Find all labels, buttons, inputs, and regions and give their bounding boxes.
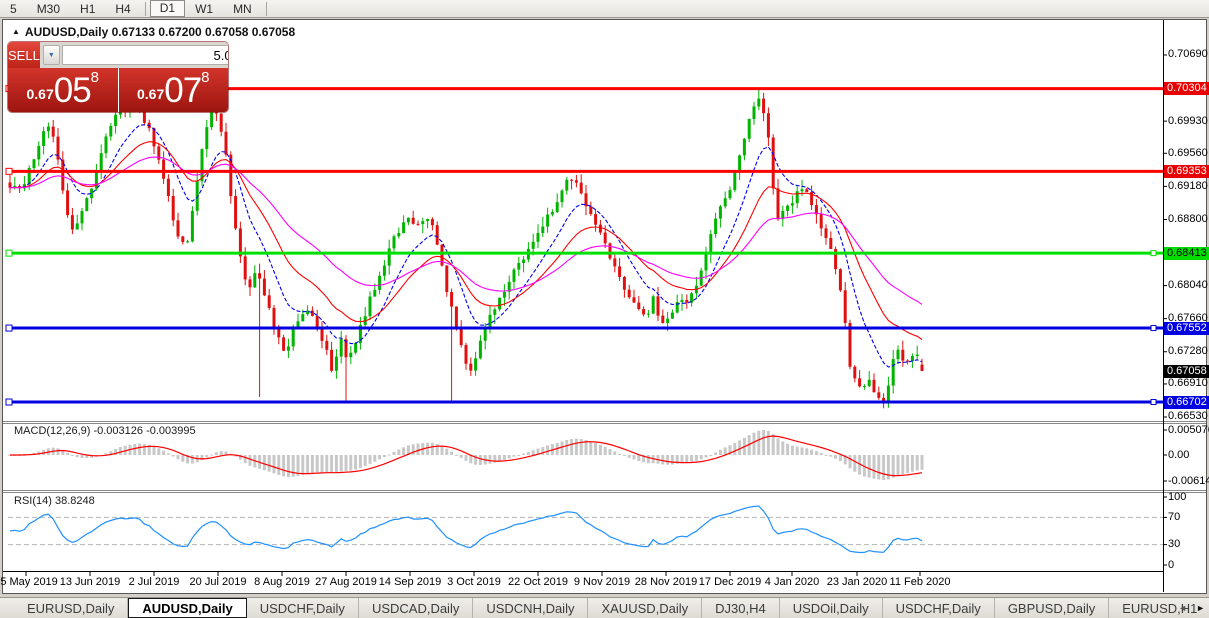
price-level-badge: 0.68413 [1164, 246, 1209, 260]
date-axis-label: 4 Jan 2020 [764, 576, 820, 588]
date-axis-label: 28 Nov 2019 [634, 576, 698, 588]
sell-price-pip: 8 [90, 69, 100, 86]
timeframe-toolbar: 5 M30 H1 H4 D1 W1 MN [0, 0, 1209, 18]
date-axis-label: 14 Sep 2019 [378, 576, 442, 588]
date-axis-label: 9 Nov 2019 [573, 576, 631, 588]
current-price-badge: 0.67058 [1164, 364, 1209, 378]
tab-gbpusd-daily[interactable]: GBPUSD,Daily [995, 598, 1110, 618]
timeframe-button-5[interactable]: 5 [0, 1, 27, 17]
date-axis-label: 23 Jan 2020 [826, 576, 888, 588]
rsi-indicator-label: RSI(14) 38.8248 [14, 495, 95, 507]
date-axis-label: 8 Aug 2019 [254, 576, 310, 588]
volume-spinner: ▼ ▲ [39, 42, 228, 68]
price-axis-label: 0.67280 [1168, 345, 1208, 358]
date-axis-label: 17 Dec 2019 [698, 576, 762, 588]
symbol-tab-bar: EURUSD,Daily AUDUSD,Daily USDCHF,Daily USDC… [0, 597, 1209, 618]
price-axis-label: 0.70690 [1168, 48, 1208, 61]
volume-input[interactable] [61, 45, 228, 65]
price-axis-label: 0.66910 [1168, 377, 1208, 390]
date-axis-label: 3 Oct 2019 [447, 576, 501, 588]
date-axis-label: 20 Jul 2019 [189, 576, 247, 588]
price-level-badge: 0.66702 [1164, 395, 1209, 409]
timeframe-button-h4[interactable]: H4 [105, 1, 140, 17]
date-axis-label: 22 Oct 2019 [508, 576, 568, 588]
chart-title: ▲ AUDUSD,Daily 0.67133 0.67200 0.67058 0.… [12, 25, 295, 39]
rsi-axis-label: 70 [1168, 510, 1181, 523]
tab-usdoil-daily[interactable]: USDOil,Daily [780, 598, 883, 618]
price-axis-label: 0.66530 [1168, 410, 1208, 423]
sell-price-big: 05 [53, 71, 92, 110]
toolbar-separator [144, 1, 146, 16]
tab-scroll-left-icon[interactable]: ◄ [1178, 603, 1187, 613]
price-axis-label: 0.68800 [1168, 212, 1208, 225]
price-level-badge: 0.70304 [1164, 82, 1209, 96]
tab-xauusd-daily[interactable]: XAUUSD,Daily [588, 598, 703, 618]
macd-axis-label: 0.00 [1168, 448, 1190, 461]
collapse-panel-icon[interactable]: ▲ [12, 27, 20, 36]
chart-symbol-label: AUDUSD,Daily [24, 25, 109, 39]
tab-scroll-right-icon[interactable]: ► [1196, 603, 1205, 613]
tab-eurusd-daily[interactable]: EURUSD,Daily [14, 598, 129, 618]
chart-ohlc-values: 0.67133 0.67200 0.67058 0.67058 [111, 25, 296, 39]
price-axis-label: 0.68040 [1168, 279, 1208, 292]
timeframe-button-mn[interactable]: MN [223, 1, 262, 17]
timeframe-button-m30[interactable]: M30 [27, 1, 70, 17]
buy-price-big: 07 [164, 71, 202, 110]
price-level-badge: 0.67552 [1164, 321, 1209, 335]
price-axis-label: 0.69180 [1168, 179, 1208, 192]
buy-price-prefix: 0.67 [136, 86, 165, 102]
sell-button[interactable]: SELL [8, 42, 40, 68]
rsi-axis-label: 100 [1168, 490, 1187, 503]
tab-scroll-buttons: ◄ ► [1178, 597, 1205, 618]
buy-price-pip: 8 [201, 69, 210, 86]
tab-usdchf-daily[interactable]: USDCHF,Daily [883, 598, 995, 618]
tab-usdcnh-daily[interactable]: USDCNH,Daily [473, 598, 589, 618]
macd-axis-label: -0.006148 [1168, 474, 1209, 487]
date-axis-label: 13 Jun 2019 [59, 576, 121, 588]
toolbar-separator [265, 1, 267, 16]
tab-usdchf-daily[interactable]: USDCHF,Daily [247, 598, 359, 618]
price-axis-label: 0.69930 [1168, 114, 1208, 127]
timeframe-button-d1[interactable]: D1 [149, 0, 186, 17]
tab-dj30-h4[interactable]: DJ30,H4 [702, 598, 780, 618]
macd-axis-label: 0.005076 [1168, 423, 1209, 436]
date-axis-label: 11 Feb 2020 [889, 576, 951, 588]
date-axis-label: 25 May 2019 [0, 576, 58, 588]
timeframe-button-w1[interactable]: W1 [185, 1, 223, 17]
price-axis-label: 0.69560 [1168, 146, 1208, 159]
one-click-trading-panel: SELL ▼ ▲ BUY 0.67 05 8 0.67 07 8 [8, 42, 228, 112]
tab-usdcad-daily[interactable]: USDCAD,Daily [359, 598, 474, 618]
date-axis-label: 27 Aug 2019 [315, 576, 377, 588]
buy-price-display[interactable]: 0.67 07 8 [118, 68, 228, 112]
macd-indicator-label: MACD(12,26,9) -0.003126 -0.003995 [14, 425, 196, 437]
volume-decrease-button[interactable]: ▼ [42, 45, 60, 65]
date-axis-label: 2 Jul 2019 [128, 576, 180, 588]
sell-price-display[interactable]: 0.67 05 8 [8, 68, 118, 112]
rsi-axis-label: 30 [1168, 538, 1181, 551]
tab-audusd-daily[interactable]: AUDUSD,Daily [128, 598, 247, 618]
timeframe-button-h1[interactable]: H1 [70, 1, 105, 17]
rsi-axis-label: 0 [1168, 558, 1175, 571]
price-level-badge: 0.69353 [1164, 164, 1209, 178]
sell-price-prefix: 0.67 [26, 86, 54, 102]
